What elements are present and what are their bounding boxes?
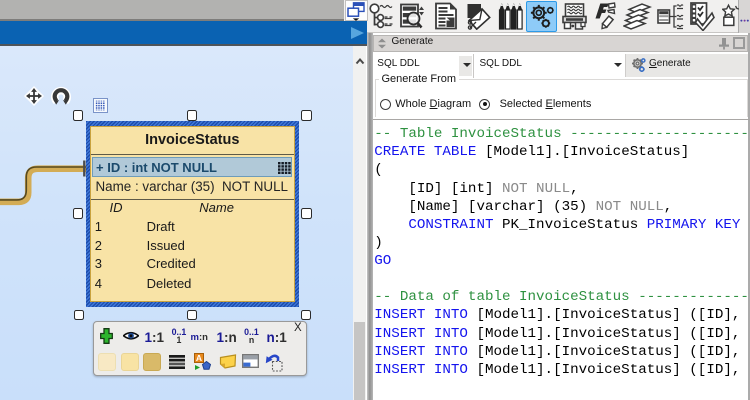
svg-text:A: A [195, 353, 201, 363]
